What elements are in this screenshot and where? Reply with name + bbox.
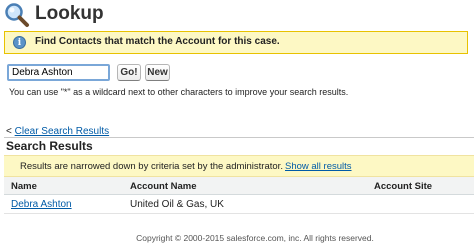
page-title: Lookup [35, 3, 104, 24]
account-name-cell: United Oil & Gas, UK [130, 199, 224, 210]
search-input[interactable] [7, 64, 110, 81]
column-header-account-site[interactable]: Account Site [374, 181, 432, 192]
clear-search-results-link[interactable]: Clear Search Results [15, 126, 109, 137]
results-table-header: Name Account Name Account Site [4, 177, 474, 195]
criteria-notice: Results are narrowed down by criteria se… [4, 155, 474, 177]
column-header-account-name[interactable]: Account Name [130, 181, 197, 192]
column-header-name[interactable]: Name [11, 181, 37, 192]
search-results-title: Search Results [6, 139, 93, 153]
info-banner: i Find Contacts that match the Account f… [4, 31, 468, 54]
section-divider [4, 137, 474, 138]
wildcard-hint: You can use "*" as a wildcard next to ot… [9, 87, 349, 97]
info-banner-text: Find Contacts that match the Account for… [35, 36, 280, 47]
info-icon: i [13, 36, 26, 49]
go-button[interactable]: Go! [117, 64, 141, 81]
copyright-footer: Copyright © 2000-2015 salesforce.com, in… [136, 233, 374, 243]
new-button[interactable]: New [145, 64, 170, 81]
clear-search-results: < Clear Search Results [6, 126, 109, 137]
contact-name-link[interactable]: Debra Ashton [11, 199, 72, 210]
back-chevron: < [6, 126, 12, 137]
magnifier-icon [4, 2, 30, 28]
criteria-notice-text: Results are narrowed down by criteria se… [20, 161, 283, 172]
show-all-results-link[interactable]: Show all results [285, 161, 352, 172]
lookup-header: Lookup [0, 0, 474, 30]
table-row: Debra Ashton United Oil & Gas, UK [4, 195, 474, 214]
